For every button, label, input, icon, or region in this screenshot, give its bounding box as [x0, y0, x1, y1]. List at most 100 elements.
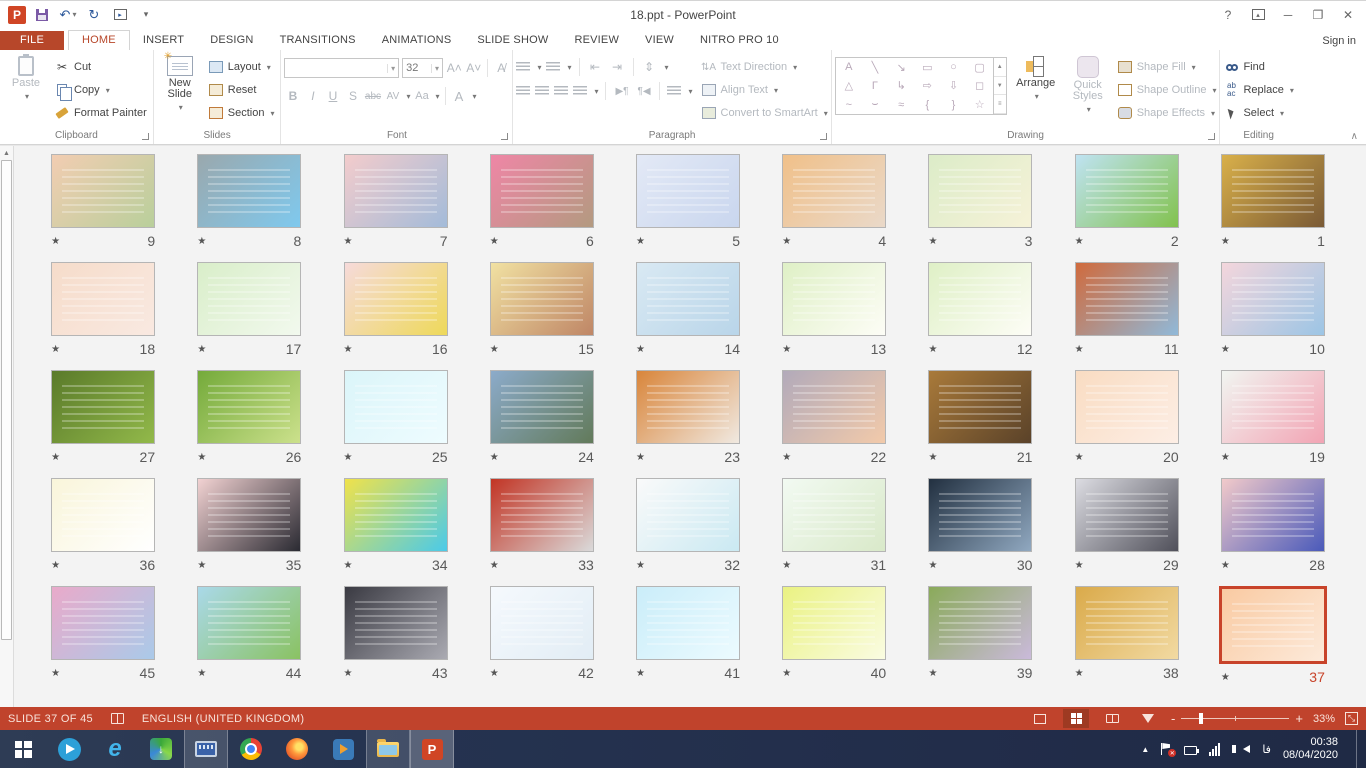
quick-styles-button[interactable]: Quick Styles ▾ — [1065, 52, 1111, 128]
increase-indent-button[interactable]: ⇥ — [609, 60, 626, 74]
taskbar-internet-explorer-button[interactable]: e — [92, 730, 138, 768]
slide-thumbnail-25[interactable] — [344, 370, 448, 444]
collapse-ribbon-button[interactable]: ∧ — [1351, 131, 1358, 142]
undo-dropdown-icon[interactable]: ▾ — [72, 10, 76, 19]
slide-thumbnail-7[interactable] — [344, 154, 448, 228]
undo-button[interactable]: ↶▾ — [58, 5, 78, 25]
shape-icon[interactable]: ⇩ — [940, 77, 966, 96]
ribbon-display-options-button[interactable]: ▴ — [1244, 4, 1272, 26]
line-spacing-button[interactable]: ⇕ — [641, 60, 658, 74]
shape-icon[interactable]: ▭ — [914, 58, 940, 77]
slide-thumbnail-16[interactable] — [344, 262, 448, 336]
font-color-button[interactable]: A — [451, 89, 468, 104]
tab-slide-show[interactable]: SLIDE SHOW — [464, 31, 561, 50]
shapes-scroll-up-icon[interactable]: ▲ — [994, 58, 1006, 77]
columns-button[interactable] — [667, 86, 681, 96]
shape-icon[interactable]: ○ — [940, 58, 966, 77]
shape-icon[interactable]: ╲ — [862, 58, 888, 77]
slide-thumbnail-34[interactable] — [344, 478, 448, 552]
section-button[interactable]: Section▾ — [205, 103, 278, 123]
numbering-button[interactable] — [546, 62, 560, 72]
justify-button[interactable] — [573, 86, 587, 96]
slide-thumbnail-44[interactable] — [197, 586, 301, 660]
font-size-combobox[interactable]: 32▾ — [402, 58, 443, 78]
right-to-left-button[interactable]: ¶◀ — [635, 86, 652, 97]
slide-thumbnail-30[interactable] — [928, 478, 1032, 552]
taskbar-firefox-button[interactable] — [274, 730, 320, 768]
slide-thumbnail-40[interactable] — [782, 586, 886, 660]
slide-thumbnail-12[interactable] — [928, 262, 1032, 336]
slide-thumbnail-41[interactable] — [636, 586, 740, 660]
paste-button[interactable]: Paste ▾ — [3, 52, 49, 128]
shape-icon[interactable]: △ — [836, 77, 862, 96]
language-indicator[interactable]: ENGLISH (UNITED KINGDOM) — [142, 713, 304, 725]
tab-home[interactable]: HOME — [68, 30, 130, 50]
decrease-indent-button[interactable]: ⇤ — [587, 60, 604, 74]
volume-icon[interactable] — [1233, 745, 1250, 753]
slide-thumbnail-9[interactable] — [51, 154, 155, 228]
redo-button[interactable]: ↻ — [84, 5, 104, 25]
slide-thumbnail-23[interactable] — [636, 370, 740, 444]
shape-fill-button[interactable]: Shape Fill▾ — [1117, 57, 1217, 77]
slide-thumbnail-33[interactable] — [490, 478, 594, 552]
shape-icon[interactable]: } — [940, 95, 966, 114]
slide-thumbnail-8[interactable] — [197, 154, 301, 228]
fit-slide-to-window-button[interactable] — [1345, 712, 1358, 725]
shape-icon[interactable]: ☆ — [967, 95, 993, 114]
slide-thumbnail-35[interactable] — [197, 478, 301, 552]
tab-nitro-pro[interactable]: NITRO PRO 10 — [687, 31, 792, 50]
tab-design[interactable]: DESIGN — [197, 31, 266, 50]
slide-thumbnail-21[interactable] — [928, 370, 1032, 444]
show-hidden-icons-button[interactable]: ▲ — [1141, 745, 1149, 754]
vertical-scrollbar[interactable]: ▲ — [0, 146, 14, 707]
shape-icon[interactable]: ≈ — [888, 95, 914, 114]
slide-thumbnail-24[interactable] — [490, 370, 594, 444]
slide-thumbnail-3[interactable] — [928, 154, 1032, 228]
zoom-in-button[interactable]: + — [1295, 711, 1303, 726]
strikethrough-button[interactable]: abc — [364, 91, 381, 102]
shape-icon[interactable]: { — [914, 95, 940, 114]
align-left-button[interactable] — [516, 86, 530, 96]
slide-thumbnail-15[interactable] — [490, 262, 594, 336]
align-center-button[interactable] — [535, 86, 549, 96]
shape-icon[interactable]: ⇨ — [914, 77, 940, 96]
taskbar-download-manager-button[interactable]: ↓ — [138, 730, 184, 768]
format-painter-button[interactable]: Format Painter — [51, 103, 150, 123]
shape-icon[interactable]: ⌣ — [862, 95, 888, 114]
taskbar-on-screen-keyboard-button[interactable] — [184, 730, 228, 768]
change-case-button[interactable]: Aa — [413, 90, 430, 102]
start-from-beginning-button[interactable]: ▸ — [110, 5, 130, 25]
slide-thumbnail-1[interactable] — [1221, 154, 1325, 228]
power-icon[interactable] — [1184, 744, 1197, 755]
action-center-icon[interactable]: ✕ — [1161, 743, 1172, 755]
slide-thumbnail-14[interactable] — [636, 262, 740, 336]
paragraph-dialog-launcher[interactable] — [820, 133, 827, 140]
slide-thumbnail-5[interactable] — [636, 154, 740, 228]
text-shadow-button[interactable]: S — [344, 89, 361, 103]
slide-thumbnail-39[interactable] — [928, 586, 1032, 660]
slide-thumbnail-29[interactable] — [1075, 478, 1179, 552]
customize-qat-button[interactable]: ▾ — [136, 5, 156, 25]
zoom-out-button[interactable]: - — [1171, 711, 1175, 726]
underline-button[interactable]: U — [324, 89, 341, 103]
network-signal-icon[interactable] — [1209, 743, 1221, 756]
decrease-font-size-button[interactable]: A˅ — [466, 61, 482, 75]
shape-effects-button[interactable]: Shape Effects▾ — [1117, 103, 1217, 123]
slide-thumbnail-32[interactable] — [636, 478, 740, 552]
slide-thumbnail-45[interactable] — [51, 586, 155, 660]
slide-thumbnail-20[interactable] — [1075, 370, 1179, 444]
slide-thumbnail-17[interactable] — [197, 262, 301, 336]
zoom-slider-thumb[interactable] — [1199, 713, 1203, 724]
shapes-more-icon[interactable]: ≡ — [994, 95, 1006, 114]
tab-transitions[interactable]: TRANSITIONS — [267, 31, 369, 50]
taskbar-file-explorer-button[interactable] — [366, 730, 410, 768]
align-right-button[interactable] — [554, 86, 568, 96]
slide-thumbnail-10[interactable] — [1221, 262, 1325, 336]
slide-thumbnail-2[interactable] — [1075, 154, 1179, 228]
shapes-scroll-down-icon[interactable]: ▼ — [994, 77, 1006, 96]
help-button[interactable]: ? — [1214, 4, 1242, 26]
zoom-slider[interactable] — [1181, 718, 1289, 719]
restore-button[interactable]: ❐ — [1304, 4, 1332, 26]
input-language-indicator[interactable]: فا — [1262, 743, 1271, 756]
shape-icon[interactable]: ↳ — [888, 77, 914, 96]
